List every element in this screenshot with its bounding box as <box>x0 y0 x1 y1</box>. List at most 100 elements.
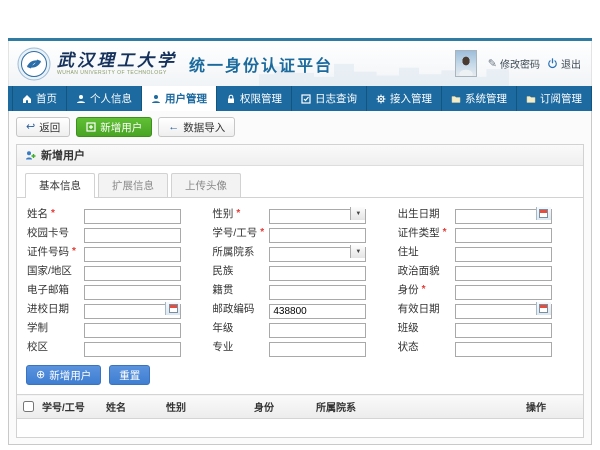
nav-tab-label: 用户管理 <box>165 91 207 106</box>
reset-button[interactable]: 重置 <box>109 365 150 385</box>
field-label: 校园卡号 <box>27 225 84 240</box>
person-icon <box>76 94 86 104</box>
duration-input[interactable] <box>84 323 181 338</box>
nav-tab-personal-info[interactable]: 个人信息 <box>67 86 142 111</box>
field-label: 政治面貌 <box>398 263 455 278</box>
form-field-name: 姓名* <box>27 206 206 221</box>
native-place-input[interactable] <box>269 285 366 300</box>
add-user-toolbar-button[interactable]: 新增用户 <box>76 117 152 137</box>
nav-tab-permission-management[interactable]: 权限管理 <box>217 86 292 111</box>
power-icon <box>547 58 558 69</box>
col-header-department: 所属院系 <box>313 395 523 419</box>
dropdown-arrow-icon[interactable]: ▼ <box>350 245 365 258</box>
panel-title: 新增用户 <box>41 147 85 163</box>
user-avatar[interactable] <box>455 50 477 77</box>
field-label: 证件类型* <box>398 225 455 240</box>
form-field-campus-card: 校园卡号 <box>27 225 206 240</box>
nav-tab-label: 首页 <box>36 91 57 106</box>
folder-icon <box>526 94 536 104</box>
major-input[interactable] <box>269 342 366 357</box>
email-input[interactable] <box>84 285 181 300</box>
new-page-icon <box>86 122 96 132</box>
logout-link[interactable]: 退出 <box>547 56 581 71</box>
form-actions: ⊕ 新增用户 重置 <box>17 358 583 394</box>
form-field-id-type: 证件类型* <box>398 225 577 240</box>
campus-input[interactable] <box>84 342 181 357</box>
form-field-email: 电子邮箱 <box>27 282 206 297</box>
platform-title: 统一身份认证平台 <box>189 52 333 76</box>
data-import-button[interactable]: ← 数据导入 <box>158 117 235 137</box>
nav-tab-subscription-management[interactable]: 订阅管理 <box>517 86 592 111</box>
university-name-en: WUHAN UNIVERSITY OF TECHNOLOGY <box>57 70 177 76</box>
select-all-checkbox[interactable] <box>23 401 34 412</box>
nav-tab-label: 权限管理 <box>240 91 282 106</box>
field-label: 籍贯 <box>212 282 269 297</box>
calendar-icon[interactable] <box>165 302 180 315</box>
form-field-birth-date: 出生日期 <box>398 206 577 221</box>
dropdown-arrow-icon[interactable]: ▼ <box>350 207 365 220</box>
back-arrow-icon: ↩ <box>26 122 35 133</box>
form-field-address: 住址 <box>398 244 577 259</box>
back-button[interactable]: ↩ 返回 <box>16 117 70 137</box>
university-name-cn: 武汉理工大学 <box>57 52 177 70</box>
nav-tab-label: 系统管理 <box>465 91 507 106</box>
form-field-department: 所属院系 ▼ <box>212 244 391 259</box>
field-label: 住址 <box>398 244 455 259</box>
form-field-postal-code: 邮政编码 <box>212 301 391 316</box>
tab-extended-info[interactable]: 扩展信息 <box>98 173 168 197</box>
nav-tab-label: 个人信息 <box>90 91 132 106</box>
person-icon <box>151 94 161 104</box>
form-field-campus: 校区 <box>27 339 206 354</box>
pencil-icon: ✎ <box>488 57 497 70</box>
form-field-political-status: 政治面貌 <box>398 263 577 278</box>
checklist-icon <box>301 94 311 104</box>
nav-tab-access-management[interactable]: 接入管理 <box>367 86 442 111</box>
ethnicity-input[interactable] <box>269 266 366 281</box>
field-label: 状态 <box>398 339 455 354</box>
import-arrow-icon: ← <box>168 122 179 133</box>
col-header-actions: 操作 <box>523 395 583 419</box>
nav-tab-label: 订阅管理 <box>540 91 582 106</box>
header-user-area: ✎ 修改密码 退出 <box>455 50 581 77</box>
id-type-input[interactable] <box>455 228 552 243</box>
nav-tab-home[interactable]: 首页 <box>12 86 67 111</box>
calendar-icon[interactable] <box>536 207 551 220</box>
grade-input[interactable] <box>269 323 366 338</box>
field-label: 学制 <box>27 320 84 335</box>
identity-input[interactable] <box>455 285 552 300</box>
country-region-input[interactable] <box>84 266 181 281</box>
change-password-link[interactable]: ✎ 修改密码 <box>488 56 540 71</box>
campus-card-input[interactable] <box>84 228 181 243</box>
field-label: 进校日期 <box>27 301 84 316</box>
lock-icon <box>226 94 236 104</box>
content-area: ↩ 返回 新增用户 ← 数据导入 新增用户 基本信息 扩展信息 上传头像 <box>8 111 592 445</box>
political-status-input[interactable] <box>455 266 552 281</box>
nav-tab-user-management[interactable]: 用户管理 <box>142 86 217 111</box>
change-password-label: 修改密码 <box>500 56 540 71</box>
student-id-input[interactable] <box>269 228 366 243</box>
nav-tab-log-query[interactable]: 日志查询 <box>292 86 367 111</box>
col-header-name: 姓名 <box>103 395 163 419</box>
form-field-native-place: 籍贯 <box>212 282 391 297</box>
address-input[interactable] <box>455 247 552 262</box>
field-label: 民族 <box>212 263 269 278</box>
tab-upload-avatar[interactable]: 上传头像 <box>171 173 241 197</box>
form-field-student-id: 学号/工号* <box>212 225 391 240</box>
calendar-icon[interactable] <box>536 302 551 315</box>
name-input[interactable] <box>84 209 181 224</box>
class-input[interactable] <box>455 323 552 338</box>
form-field-status: 状态 <box>398 339 577 354</box>
tab-basic-info[interactable]: 基本信息 <box>25 173 95 198</box>
postal-code-input[interactable] <box>269 304 366 319</box>
form-field-grade: 年级 <box>212 320 391 335</box>
field-label: 所属院系 <box>212 244 269 259</box>
nav-tab-system-management[interactable]: 系统管理 <box>442 86 517 111</box>
status-input[interactable] <box>455 342 552 357</box>
table-row <box>17 419 583 438</box>
id-number-input[interactable] <box>84 247 181 262</box>
field-label: 班级 <box>398 320 455 335</box>
form-tabs: 基本信息 扩展信息 上传头像 <box>17 166 583 198</box>
col-header-student-id: 学号/工号 <box>39 395 103 419</box>
submit-add-user-button[interactable]: ⊕ 新增用户 <box>26 365 101 385</box>
field-label: 校区 <box>27 339 84 354</box>
